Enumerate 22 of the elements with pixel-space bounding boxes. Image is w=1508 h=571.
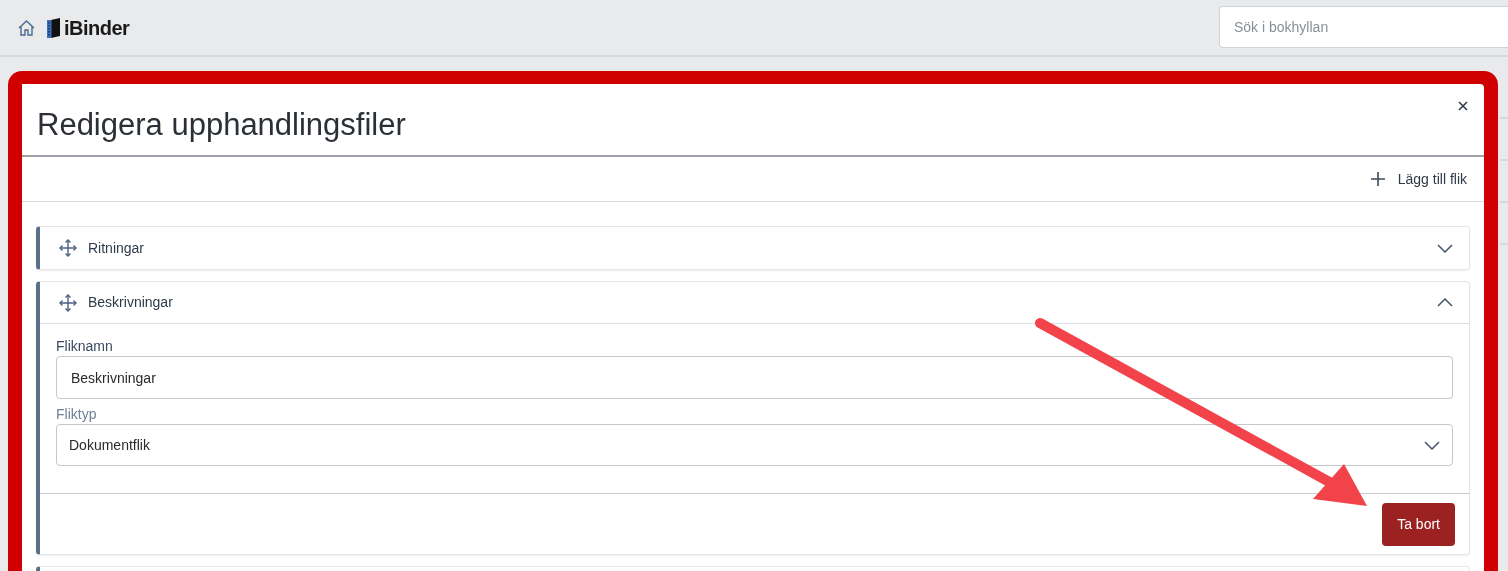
- plus-icon: [1370, 172, 1385, 186]
- field-label: Fliknamn: [56, 337, 114, 356]
- panel-header[interactable]: Beskrivningar: [40, 282, 1469, 324]
- close-icon[interactable]: [1458, 101, 1468, 111]
- move-icon[interactable]: [58, 292, 78, 313]
- add-tab-button[interactable]: Lägg till flik: [1370, 168, 1467, 190]
- chevron-down-icon[interactable]: [1437, 243, 1453, 253]
- delete-button[interactable]: Ta bort: [1382, 502, 1455, 546]
- modal-title: Redigera upphandlingsfiler: [37, 106, 406, 144]
- logo-text[interactable]: iBinder: [64, 12, 130, 43]
- move-icon[interactable]: [58, 238, 78, 258]
- binder-logo-icon: [47, 16, 61, 39]
- select-field[interactable]: Dokumentflik: [56, 424, 1453, 466]
- chevron-down-icon[interactable]: [1424, 440, 1440, 450]
- search-field[interactable]: Sök i bokhyllan: [1219, 5, 1508, 48]
- chevron-up-icon[interactable]: [1437, 298, 1453, 307]
- panel-header[interactable]: Ritningar: [40, 227, 1469, 269]
- field-label: Fliktyp: [56, 405, 98, 424]
- panel-title: Ritningar: [88, 238, 145, 258]
- panel-title: Beskrivningar: [88, 293, 173, 312]
- text-field[interactable]: Beskrivningar: [56, 356, 1453, 399]
- home-icon[interactable]: [17, 18, 36, 37]
